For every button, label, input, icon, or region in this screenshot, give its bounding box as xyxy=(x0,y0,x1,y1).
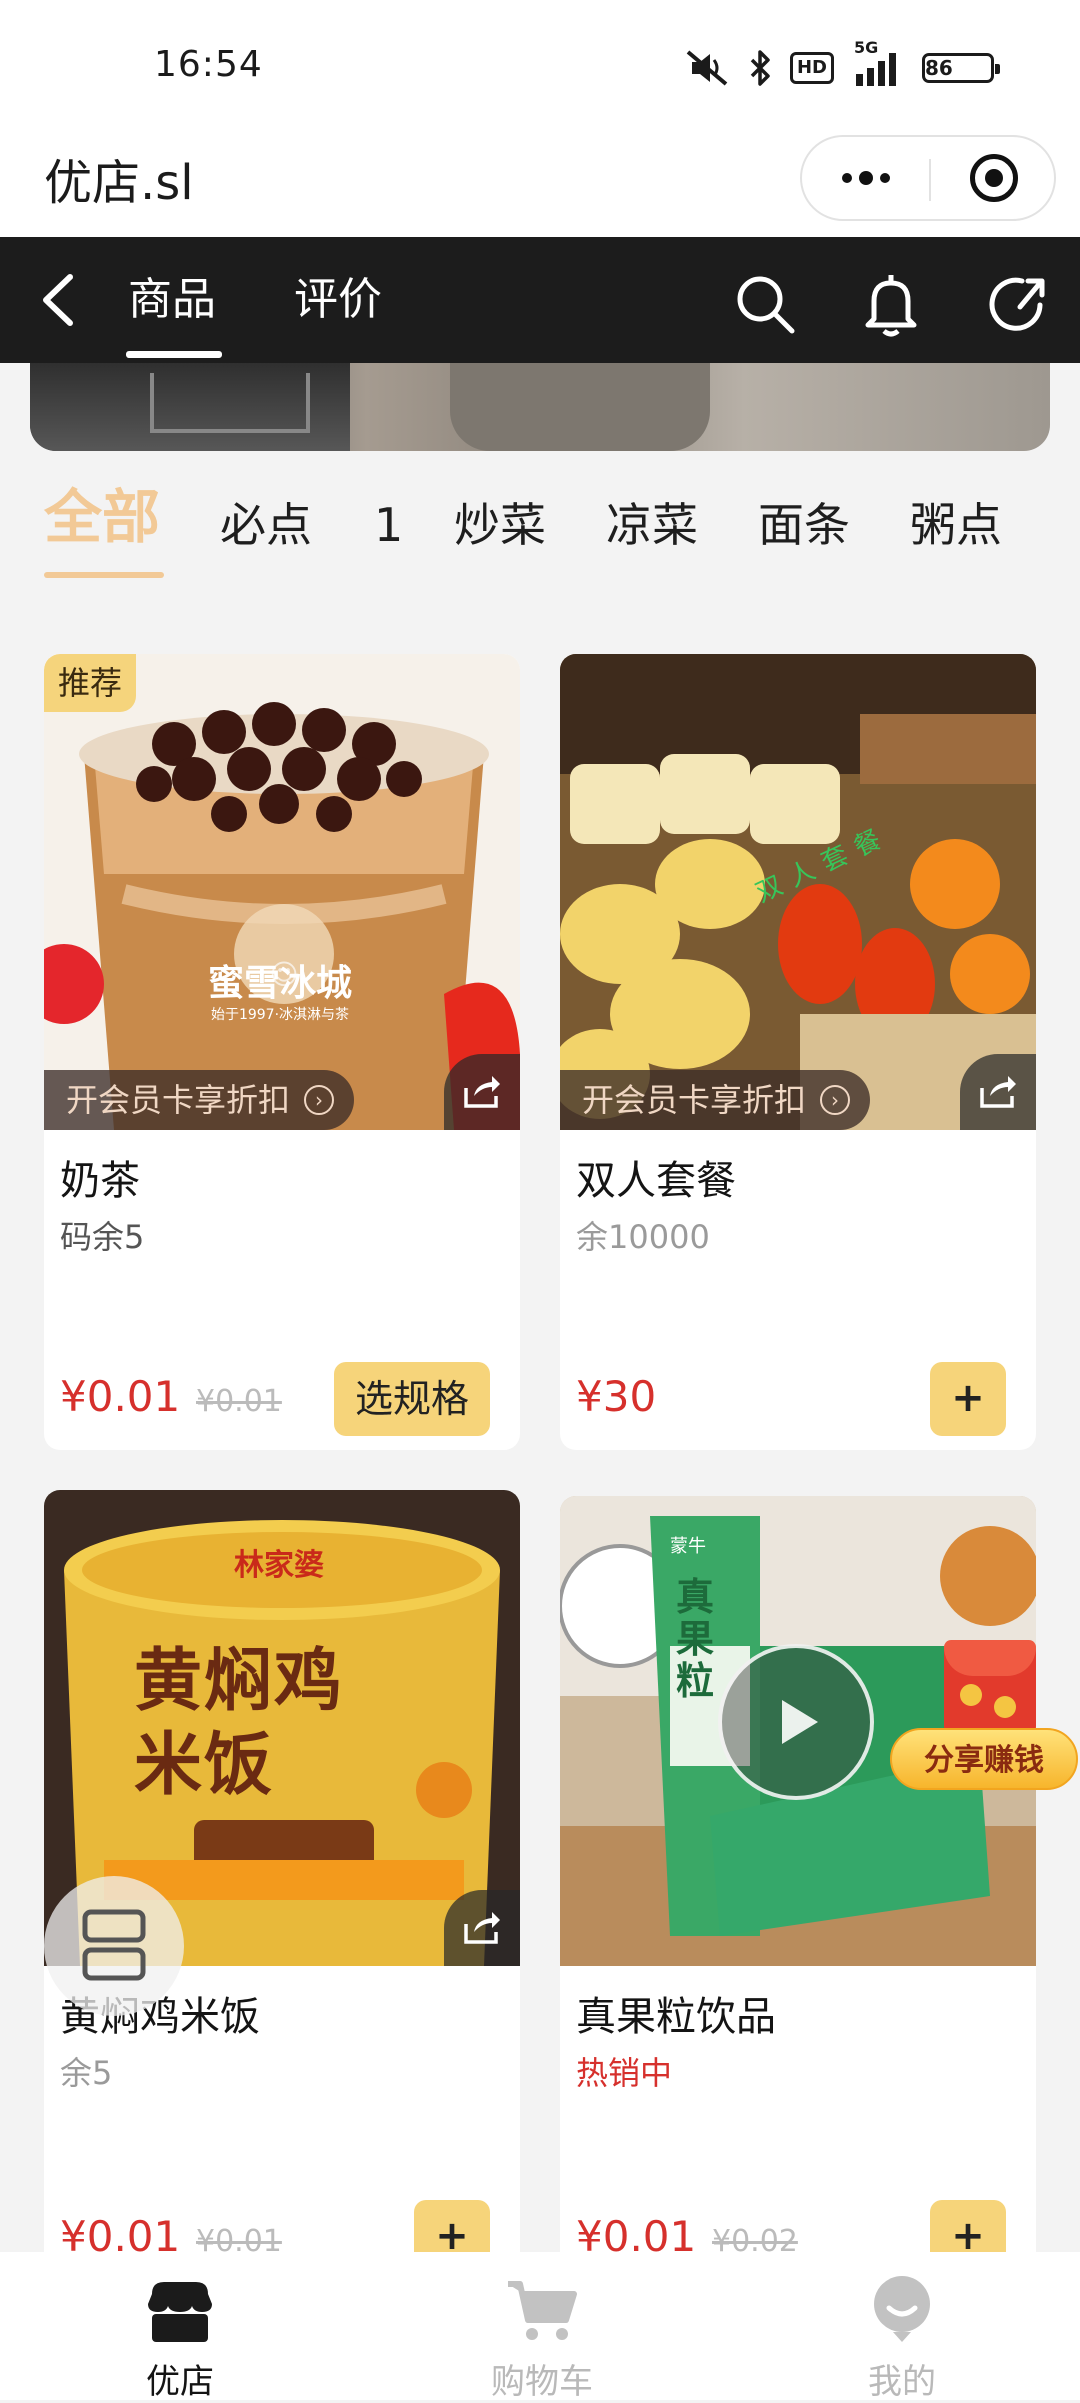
select-spec-button[interactable]: 选规格 xyxy=(334,1362,490,1436)
status-time: 16:54 xyxy=(154,44,263,85)
recommend-badge: 推荐 xyxy=(44,654,137,712)
product-price: ¥0.01 xyxy=(60,1372,181,1421)
category-active-indicator xyxy=(44,572,164,578)
member-discount-label: 开会员卡享折扣 xyxy=(582,1081,807,1119)
chevron-right-icon: › xyxy=(820,1085,851,1115)
share-earn-float[interactable]: 分享赚钱 xyxy=(890,1640,1080,1800)
category-bar: 全部 必点 1 炒菜 凉菜 面条 粥点 xyxy=(0,470,1080,600)
tab-profile[interactable]: 我的 xyxy=(802,2272,1002,2403)
video-play-icon[interactable] xyxy=(718,1644,874,1800)
bluetooth-icon xyxy=(748,48,772,88)
cart-icon xyxy=(442,2272,642,2344)
tab-label: 优店 xyxy=(146,2362,214,2402)
product-stock: 余5 xyxy=(60,2054,113,2092)
signal-icon: 5G xyxy=(852,38,904,88)
member-discount-pill[interactable]: 开会员卡享折扣 › xyxy=(560,1070,871,1130)
member-discount-label: 开会员卡享折扣 xyxy=(66,1081,291,1119)
tab-cart[interactable]: 购物车 xyxy=(442,2272,642,2403)
back-icon[interactable] xyxy=(30,265,90,335)
product-original-price: ¥0.01 xyxy=(196,1384,282,1419)
battery-icon: 86 xyxy=(922,53,1000,83)
product-card[interactable]: 双人套餐 开会员卡享折扣 › 双人套餐 余10000 ¥30 + xyxy=(560,654,1036,1450)
list-menu-icon[interactable] xyxy=(44,1876,184,2016)
share-icon[interactable] xyxy=(982,269,1052,339)
shop-banner-image[interactable] xyxy=(30,363,1050,451)
active-tab-indicator xyxy=(126,351,222,358)
image-brand-label: 蒙牛 xyxy=(670,1536,706,1557)
category-noodles[interactable]: 面条 xyxy=(758,490,850,560)
tab-label: 购物车 xyxy=(491,2362,593,2402)
tab-shop[interactable]: 优店 xyxy=(80,2272,280,2403)
product-card[interactable]: 蒙牛 真果粒 真果粒饮品 热销中 ¥0.01 ¥0.02 + xyxy=(560,1496,1036,2296)
more-dots-icon[interactable] xyxy=(802,137,929,219)
product-title: 双人套餐 xyxy=(576,1158,736,1204)
add-to-cart-button[interactable]: + xyxy=(930,1362,1006,1436)
category-all[interactable]: 全部 xyxy=(44,482,160,552)
red-envelope-icon xyxy=(944,1640,1036,1736)
category-1[interactable]: 1 xyxy=(374,490,403,560)
share-icon[interactable] xyxy=(444,1890,520,1966)
chevron-right-icon: › xyxy=(304,1085,335,1115)
image-brand-label: 林家婆 xyxy=(234,1548,324,1583)
status-icons: HD 5G 86 xyxy=(684,38,1000,90)
mini-program-bar: 优店.sl xyxy=(0,135,1080,237)
hd-icon: HD xyxy=(789,52,834,84)
battery-level: 86 xyxy=(925,56,953,80)
product-card[interactable]: ☺ 蜜雪冰城 始于1997·冰淇淋与茶 推荐 开会员卡享折扣 › 奶茶 码余5 … xyxy=(44,654,520,1450)
capsule-menu xyxy=(800,135,1056,221)
product-image[interactable]: 双人套餐 开会员卡享折扣 › xyxy=(560,654,1036,1130)
product-image[interactable]: ☺ 蜜雪冰城 始于1997·冰淇淋与茶 推荐 开会员卡享折扣 › xyxy=(44,654,520,1130)
tab-products[interactable]: 商品 xyxy=(128,265,216,335)
category-stir-fry[interactable]: 炒菜 xyxy=(454,490,546,560)
share-icon[interactable] xyxy=(960,1054,1036,1130)
shop-icon xyxy=(80,2272,280,2344)
image-sub-text: 始于1997·冰淇淋与茶 xyxy=(210,1007,350,1023)
category-congee[interactable]: 粥点 xyxy=(910,490,1002,560)
product-title: 真果粒饮品 xyxy=(576,1994,776,2040)
profile-icon xyxy=(802,2272,1002,2344)
product-stock-status: 热销中 xyxy=(576,2054,673,2092)
member-discount-pill[interactable]: 开会员卡享折扣 › xyxy=(44,1070,355,1130)
image-product-text: 黄焖鸡米饭 xyxy=(134,1642,345,1805)
bottom-tab-bar: 优店 购物车 我的 xyxy=(0,2252,1080,2403)
product-stock: 码余5 xyxy=(60,1218,145,1256)
search-icon[interactable] xyxy=(730,269,800,339)
image-brand-text: 蜜雪冰城 xyxy=(207,963,352,1004)
page-title: 优店.sl xyxy=(44,155,194,211)
share-earn-label: 分享赚钱 xyxy=(890,1728,1078,1790)
shop-nav-bar: 商品 评价 xyxy=(0,237,1080,363)
category-cold-dish[interactable]: 凉菜 xyxy=(606,490,698,560)
product-title: 奶茶 xyxy=(60,1158,140,1204)
status-bar: 16:54 HD 5G 86 xyxy=(0,0,1080,135)
target-close-icon[interactable] xyxy=(931,137,1056,219)
bell-icon[interactable] xyxy=(856,269,926,339)
tab-reviews[interactable]: 评价 xyxy=(294,265,382,335)
product-price: ¥30 xyxy=(576,1372,657,1421)
network-label: 5G xyxy=(854,38,879,57)
category-must-order[interactable]: 必点 xyxy=(220,490,312,560)
tab-label: 我的 xyxy=(868,2362,936,2402)
product-stock: 余10000 xyxy=(576,1218,710,1256)
share-icon[interactable] xyxy=(444,1054,520,1130)
mute-icon xyxy=(684,48,730,88)
